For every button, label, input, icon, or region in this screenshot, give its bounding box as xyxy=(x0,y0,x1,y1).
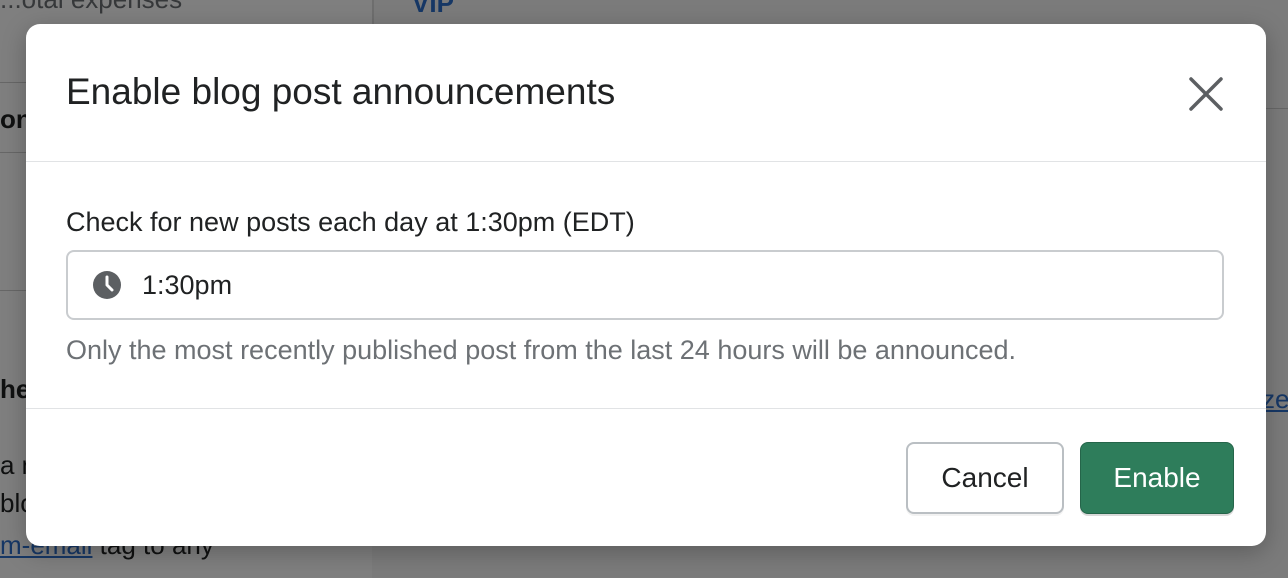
enable-announcements-dialog: Enable blog post announcements Check for… xyxy=(26,24,1266,546)
close-icon xyxy=(1189,77,1223,111)
dialog-header: Enable blog post announcements xyxy=(26,24,1266,162)
clock-icon xyxy=(93,271,121,299)
dialog-footer: Cancel Enable xyxy=(26,409,1266,546)
time-field-label: Check for new posts each day at 1:30pm (… xyxy=(66,207,635,237)
time-field[interactable] xyxy=(66,250,1224,320)
enable-button[interactable]: Enable xyxy=(1080,442,1234,514)
dialog-title: Enable blog post announcements xyxy=(66,71,616,112)
time-input[interactable] xyxy=(142,266,1202,304)
close-button[interactable] xyxy=(1182,70,1230,118)
time-help-text: Only the most recently published post fr… xyxy=(66,335,1017,365)
dialog-body: Check for new posts each day at 1:30pm (… xyxy=(26,162,1266,409)
cancel-button[interactable]: Cancel xyxy=(906,442,1064,514)
page: ...otal expenses VIP on he a n blo m-ema… xyxy=(0,0,1288,578)
